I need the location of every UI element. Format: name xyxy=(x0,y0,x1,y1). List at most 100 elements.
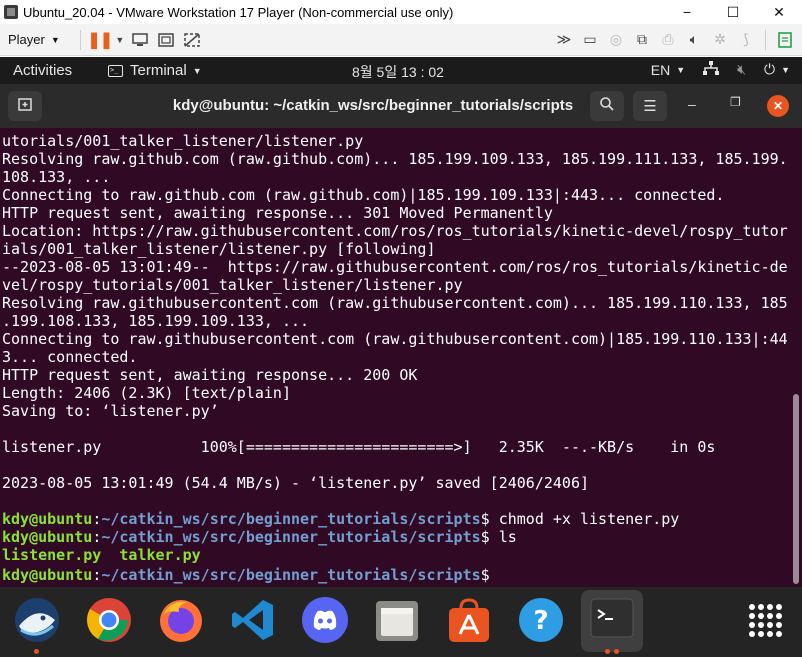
dock-files[interactable] xyxy=(373,598,421,646)
toolbar-divider xyxy=(765,29,766,50)
dock-firefox[interactable] xyxy=(157,598,205,646)
prompt-dollar: $ xyxy=(480,566,490,584)
unity-mode-icon[interactable] xyxy=(179,27,205,53)
discord-icon xyxy=(301,596,349,649)
dock-help[interactable]: ? xyxy=(517,596,565,649)
cursor xyxy=(489,564,499,580)
dock-shotwell[interactable] xyxy=(13,596,61,649)
vmware-icon xyxy=(4,5,18,19)
input-source-menu[interactable]: EN ▼ xyxy=(651,62,685,78)
output-line: Connecting to raw.githubusercontent.com … xyxy=(2,330,788,348)
window-title: Ubuntu_20.04 - VMware Workstation 17 Pla… xyxy=(23,4,454,20)
activities-button[interactable]: Activities xyxy=(13,62,93,79)
terminal-close-button[interactable]: ✕ xyxy=(767,95,789,117)
software-store-icon xyxy=(445,596,493,649)
fullscreen-icon[interactable] xyxy=(153,27,179,53)
output-line: utorials/001_talker_listener/listener.py xyxy=(2,132,364,150)
ls-file: listener.py xyxy=(2,546,102,564)
vscode-icon xyxy=(229,596,277,649)
files-icon xyxy=(373,596,421,649)
terminal-minimize-button[interactable]: – xyxy=(688,96,696,112)
player-menu[interactable]: Player ▼ xyxy=(8,32,60,47)
svg-text:?: ? xyxy=(533,606,548,636)
search-icon xyxy=(599,96,615,116)
chevron-down-icon: ▼ xyxy=(50,34,60,45)
prompt-path: ~/catkin_ws/src/beginner_tutorials/scrip… xyxy=(101,528,481,546)
command-text: ls xyxy=(489,528,517,546)
prompt-colon: : xyxy=(92,510,102,528)
prompt-dollar: $ xyxy=(480,528,490,546)
dock-discord[interactable] xyxy=(301,596,349,649)
running-indicator xyxy=(34,649,39,654)
dock-terminal[interactable] xyxy=(581,590,643,652)
power-menu[interactable]: ⏻ ▼ xyxy=(764,61,790,78)
chevron-down-icon: ▼ xyxy=(676,64,686,75)
output-line: 108.133, ... xyxy=(2,168,111,186)
prompt-user: kdy@ubuntu xyxy=(2,566,93,584)
prompt-path: ~/catkin_ws/src/beginner_tutorials/scrip… xyxy=(101,510,481,528)
prompt-user: kdy@ubuntu xyxy=(2,528,93,546)
system-tray: EN ▼ 🔇︎ ⏻ ▼ xyxy=(651,61,790,78)
chevron-down-icon: ▼ xyxy=(781,64,790,75)
hard-disk-icon[interactable]: ▭ xyxy=(577,27,603,53)
dock-chrome[interactable] xyxy=(85,596,133,649)
sound-card-icon[interactable]: 🔈︎ xyxy=(681,27,707,53)
minimize-button[interactable]: − xyxy=(664,0,710,24)
usb-device-icon[interactable]: ✲ xyxy=(707,27,733,53)
terminal-header-bar: kdy@ubuntu: ~/catkin_ws/src/beginner_tut… xyxy=(0,84,802,128)
prompt-colon: : xyxy=(92,566,102,584)
output-line: --2023-08-05 13:01:49-- https://raw.gith… xyxy=(2,258,788,276)
power-icon: ⏻ xyxy=(764,61,776,77)
hamburger-menu-button[interactable]: ☰ xyxy=(633,91,667,121)
terminal-maximize-button[interactable]: ❐ xyxy=(730,95,741,109)
clock[interactable]: 8월 5일 13 : 02 xyxy=(352,62,444,82)
usb-controller-icon[interactable]: ⟆ xyxy=(733,27,759,53)
search-button[interactable] xyxy=(590,91,624,121)
help-icon: ? xyxy=(517,596,565,649)
ls-file: talker.py xyxy=(119,546,201,564)
command-text: chmod +x listener.py xyxy=(489,510,680,528)
printer-icon[interactable]: ⎙ xyxy=(655,27,681,53)
pause-icon[interactable]: ❚❚ xyxy=(87,27,113,53)
hamburger-icon: ☰ xyxy=(643,98,657,115)
running-indicator xyxy=(605,649,610,654)
network-icon[interactable] xyxy=(703,61,720,78)
output-line: Location: https://raw.githubusercontent.… xyxy=(2,222,788,240)
shotwell-icon xyxy=(13,596,61,649)
app-menu-label: Terminal xyxy=(130,62,187,79)
show-applications-button[interactable] xyxy=(741,598,789,646)
output-line: Resolving raw.githubusercontent.com (raw… xyxy=(2,294,788,312)
ls-output-line: listener.py talker.py xyxy=(2,546,201,564)
expand-arrows-icon[interactable]: ≫ xyxy=(551,27,577,53)
vmware-title-bar: Ubuntu_20.04 - VMware Workstation 17 Pla… xyxy=(0,0,802,24)
vmware-toolbar: Player ▼ ❚❚ ▼ ≫ ▭ ◎ ⧉ ⎙ 🔈︎ ✲ ⟆ xyxy=(0,24,802,56)
terminal-output[interactable]: utorials/001_talker_listener/listener.py… xyxy=(0,128,790,587)
firefox-icon xyxy=(157,596,205,649)
output-line: vel/rospy_tutorials/001_talker_listener/… xyxy=(2,276,463,294)
gnome-top-bar: Activities >_ Terminal ▼ 8월 5일 13 : 02 E… xyxy=(0,57,802,84)
output-line: listener.py 100%[=======================… xyxy=(2,438,716,456)
toolbar-divider xyxy=(79,29,81,50)
app-menu[interactable]: >_ Terminal ▼ xyxy=(108,62,202,79)
scrollbar-thumb[interactable] xyxy=(793,394,799,584)
prompt-colon: : xyxy=(92,528,102,546)
send-ctrl-alt-del-icon[interactable] xyxy=(127,27,153,53)
cd-rom-icon[interactable]: ◎ xyxy=(603,27,629,53)
dock-ubuntu-software[interactable] xyxy=(445,596,493,649)
input-source-label: EN xyxy=(650,61,671,78)
maximize-button[interactable]: ☐ xyxy=(710,0,756,24)
chrome-icon xyxy=(85,596,133,649)
running-indicator xyxy=(614,649,619,654)
notes-icon[interactable] xyxy=(772,27,798,53)
output-line: Saving to: ‘listener.py’ xyxy=(2,402,219,420)
output-line: Connecting to raw.github.com (raw.github… xyxy=(2,186,725,204)
network-adapter-icon[interactable]: ⧉ xyxy=(629,27,655,53)
prompt-line: kdy@ubuntu:~/catkin_ws/src/beginner_tuto… xyxy=(2,510,679,528)
dock-vscode[interactable] xyxy=(229,598,277,646)
close-window-button[interactable]: ✕ xyxy=(756,0,802,24)
prompt-line: kdy@ubuntu:~/catkin_ws/src/beginner_tuto… xyxy=(2,564,499,584)
volume-muted-icon[interactable]: 🔇︎ xyxy=(737,61,746,78)
chevron-down-icon: ▼ xyxy=(192,65,202,76)
chevron-down-icon[interactable]: ▼ xyxy=(113,27,127,53)
terminal-scrollbar[interactable] xyxy=(790,128,802,587)
